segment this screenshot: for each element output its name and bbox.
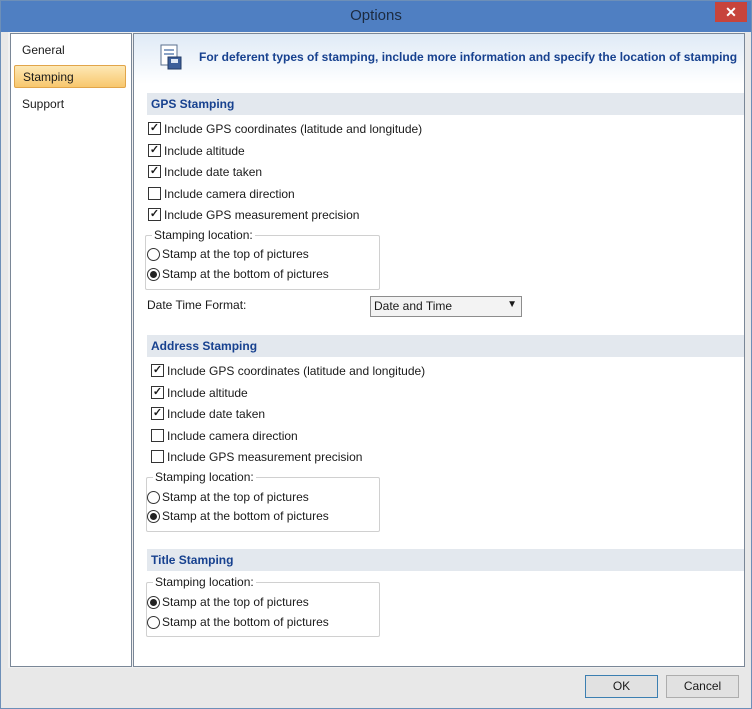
- checkbox-label: Include GPS measurement precision: [164, 208, 360, 222]
- group-legend: Stamping location:: [153, 470, 256, 484]
- radio-label: Stamp at the top of pictures: [162, 595, 309, 609]
- info-banner: For deferent types of stamping, include …: [134, 34, 744, 84]
- checkbox-label: Include GPS coordinates (latitude and lo…: [164, 122, 423, 136]
- checkbox-label: Include date taken: [164, 165, 263, 179]
- radio-stamp-bottom[interactable]: [147, 616, 160, 629]
- cancel-button[interactable]: Cancel: [666, 675, 739, 698]
- title-bar[interactable]: Options ✕: [1, 1, 751, 32]
- date-time-format-label: Date Time Format:: [147, 298, 247, 312]
- radio-label: Stamp at the bottom of pictures: [162, 615, 329, 629]
- chevron-down-icon: ▼: [507, 299, 517, 310]
- radio-label: Stamp at the top of pictures: [162, 247, 309, 261]
- sidebar: General Stamping Support: [10, 33, 132, 667]
- title-location-group: Stamping location: Stamp at the top of p…: [146, 575, 380, 637]
- options-dialog: Options ✕ General Stamping Support For d…: [0, 0, 752, 709]
- radio-label: Stamp at the bottom of pictures: [162, 267, 329, 281]
- radio-stamp-top[interactable]: [147, 248, 160, 261]
- checkbox-label: Include date taken: [167, 407, 266, 421]
- checkbox-checked[interactable]: ✓: [151, 407, 164, 420]
- content-panel: For deferent types of stamping, include …: [133, 33, 745, 667]
- radio-stamp-bottom[interactable]: [147, 510, 160, 523]
- checkbox-label: Include camera direction: [167, 428, 298, 443]
- window-title: Options: [350, 7, 402, 24]
- sidebar-item-general[interactable]: General: [14, 39, 126, 62]
- address-location-group: Stamping location: Stamp at the top of p…: [146, 470, 380, 532]
- sidebar-item-support[interactable]: Support: [14, 93, 126, 116]
- section-header-title: Title Stamping: [147, 549, 744, 571]
- checkbox-unchecked[interactable]: [151, 450, 164, 463]
- gps-location-group: Stamping location: Stamp at the top of p…: [145, 228, 380, 290]
- group-legend: Stamping location:: [153, 575, 256, 589]
- date-time-format-select[interactable]: Date and Time ▼: [370, 296, 522, 317]
- checkbox-label: Include altitude: [167, 385, 248, 400]
- radio-stamp-top[interactable]: [147, 491, 160, 504]
- checkbox-unchecked[interactable]: [151, 428, 164, 442]
- radio-label: Stamp at the bottom of pictures: [162, 509, 329, 523]
- ok-button[interactable]: OK: [585, 675, 658, 698]
- checkbox-checked[interactable]: ✓: [151, 364, 164, 377]
- sidebar-item-stamping[interactable]: Stamping: [14, 65, 126, 88]
- banner-text: For deferent types of stamping, include …: [199, 50, 738, 64]
- radio-stamp-bottom[interactable]: [147, 268, 160, 281]
- checkbox-checked[interactable]: ✓: [151, 385, 164, 399]
- checkbox-checked[interactable]: ✓: [148, 165, 161, 178]
- radio-stamp-top[interactable]: [147, 596, 160, 609]
- checkbox-checked[interactable]: ✓: [148, 143, 161, 157]
- document-icon: [160, 44, 182, 70]
- checkbox-label: Include GPS measurement precision: [167, 450, 363, 464]
- group-legend: Stamping location:: [152, 228, 255, 242]
- select-value: Date and Time: [374, 299, 453, 313]
- checkbox-unchecked[interactable]: [148, 186, 161, 200]
- dialog-body: General Stamping Support For deferent ty…: [8, 32, 745, 668]
- close-button[interactable]: ✕: [715, 2, 747, 22]
- checkbox-checked[interactable]: ✓: [148, 208, 161, 221]
- radio-label: Stamp at the top of pictures: [162, 490, 309, 504]
- section-header-address: Address Stamping: [147, 335, 744, 357]
- checkbox-label: Include camera direction: [164, 186, 295, 201]
- section-header-gps: GPS Stamping: [147, 93, 744, 115]
- checkbox-label: Include altitude: [164, 143, 245, 158]
- checkbox-label: Include GPS coordinates (latitude and lo…: [167, 364, 426, 378]
- checkbox-checked[interactable]: ✓: [148, 122, 161, 135]
